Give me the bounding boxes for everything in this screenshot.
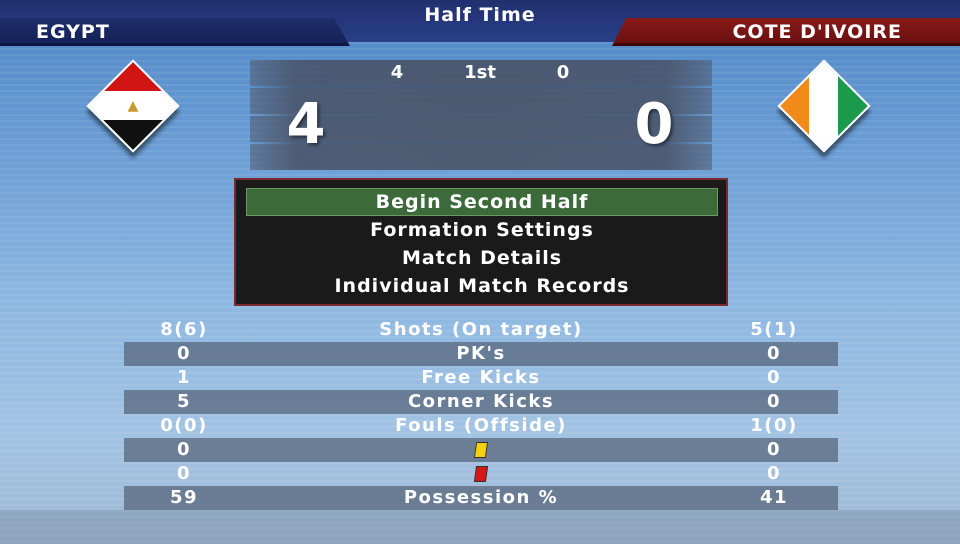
stat-label: Free Kicks	[421, 367, 541, 388]
stat-row-possession: 59 Possession % 41	[124, 486, 838, 510]
stat-row-fouls: 0(0) Fouls (Offside) 1(0)	[124, 414, 838, 438]
away-score: 0	[634, 92, 674, 157]
half-away-score: 0	[556, 62, 570, 83]
bottom-strip	[0, 510, 960, 544]
away-team-banner: COTE D'IVOIRE	[612, 18, 960, 46]
home-stat-value: 0(0)	[160, 415, 208, 436]
home-stat-value: 0	[176, 343, 192, 364]
individual-match-records-option[interactable]: Individual Match Records	[246, 272, 718, 300]
away-stat-value: 0	[766, 439, 782, 460]
half-home-score: 4	[390, 62, 404, 83]
stat-label: Possession %	[403, 487, 559, 508]
stat-label: PK's	[456, 343, 506, 364]
halftime-menu: Begin Second Half Formation Settings Mat…	[234, 178, 728, 306]
stat-row-free-kicks: 1 Free Kicks 0	[124, 366, 838, 390]
home-stat-value: 1	[176, 367, 192, 388]
yellow-card-icon	[473, 442, 489, 458]
away-stat-value: 0	[766, 367, 782, 388]
egypt-flag-icon: ▲	[86, 59, 180, 153]
away-stat-value: 0	[766, 463, 782, 484]
match-stats: 8(6) Shots (On target) 5(1) 0 PK's 0 1 F…	[124, 318, 838, 510]
cote-divoire-flag-icon	[777, 59, 871, 153]
away-stat-value: 5(1)	[750, 319, 798, 340]
stat-row-shots: 8(6) Shots (On target) 5(1)	[124, 318, 838, 342]
home-stat-value: 59	[169, 487, 199, 508]
home-stat-value: 0	[176, 439, 192, 460]
stat-label: Fouls (Offside)	[395, 415, 567, 436]
away-stat-value: 41	[759, 487, 789, 508]
stat-label: Corner Kicks	[407, 391, 555, 412]
home-stat-value: 5	[176, 391, 192, 412]
home-stat-value: 0	[176, 463, 192, 484]
red-card-icon	[473, 466, 489, 482]
home-score: 4	[286, 92, 326, 157]
stat-row-red-cards: 0 0	[124, 462, 838, 486]
stat-row-yellow-cards: 0 0	[124, 438, 838, 462]
away-stat-value: 0	[766, 391, 782, 412]
stat-row-corner-kicks: 5 Corner Kicks 0	[124, 390, 838, 414]
away-stat-value: 0	[766, 343, 782, 364]
half-label: 1st	[464, 62, 496, 83]
stat-label: Shots (On target)	[379, 319, 583, 340]
home-team-banner: EGYPT	[0, 18, 350, 46]
stat-row-pks: 0 PK's 0	[124, 342, 838, 366]
match-details-option[interactable]: Match Details	[246, 244, 718, 272]
home-stat-value: 8(6)	[160, 319, 208, 340]
formation-settings-option[interactable]: Formation Settings	[246, 216, 718, 244]
away-stat-value: 1(0)	[750, 415, 798, 436]
begin-second-half-option[interactable]: Begin Second Half	[246, 188, 718, 216]
